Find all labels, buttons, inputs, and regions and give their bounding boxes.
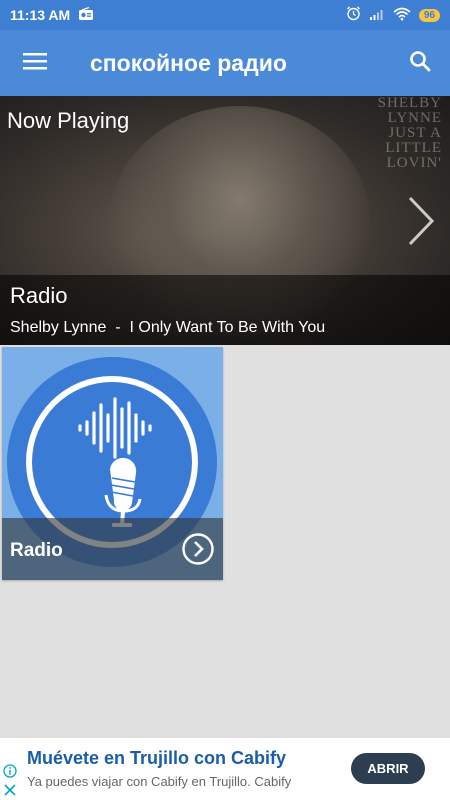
chevron-right-icon [406,196,436,252]
track-separator: - [115,319,121,336]
ad-open-button[interactable]: ABRIR [351,753,425,784]
status-time: 11:13 AM [10,7,71,23]
status-bar: 11:13 AM 96 [0,0,450,30]
chevron-circle-icon[interactable] [182,533,214,565]
ad-subtitle: Ya puedes viajar con Cabify en Trujillo.… [27,774,292,789]
radio-icon [78,6,94,24]
now-playing-heading: Now Playing [7,108,130,133]
close-icon[interactable] [4,783,16,796]
app-title: спокойное радио [90,49,287,76]
now-playing-track: Shelby Lynne - I Only Want To Be With Yo… [10,319,325,337]
status-right: 96 [346,6,440,24]
track-artist: Shelby Lynne [10,319,107,336]
signal-icon [369,7,385,24]
now-playing-banner[interactable]: SHELBY LYNNE JUST A LITTLE LOVIN' Now Pl… [0,96,450,345]
wifi-icon [393,7,411,24]
ad-banner[interactable]: Muévete en Trujillo con Cabify Ya puedes… [0,738,450,800]
album-text-line: LOVIN' [386,155,442,171]
station-label: Radio [10,540,63,561]
now-playing-station: Radio [10,283,68,308]
album-text-line: SHELBY [377,96,442,111]
app-bar: спокойное радио [0,30,450,96]
search-icon [409,50,431,77]
album-text-line: LITTLE [385,140,442,156]
info-icon[interactable] [3,764,17,778]
album-art-text: SHELBY LYNNE JUST A LITTLE LOVIN' [342,96,442,171]
battery-icon: 96 [418,8,440,22]
status-left: 11:13 AM [10,6,94,24]
station-card[interactable]: Radio [2,347,223,580]
search-button[interactable] [390,30,450,96]
alarm-icon [346,6,361,24]
album-text-line: LYNNE [387,110,442,126]
track-title: I Only Want To Be With You [129,319,326,336]
menu-icon [23,52,47,75]
ad-title[interactable]: Muévete en Trujillo con Cabify [27,748,286,769]
now-playing-info: Radio Shelby Lynne - I Only Want To Be W… [0,275,450,345]
next-arrow-button[interactable] [406,194,436,248]
album-text-line: JUST A [388,125,442,141]
station-card-footer: Radio [2,518,223,580]
menu-button[interactable] [0,30,70,96]
